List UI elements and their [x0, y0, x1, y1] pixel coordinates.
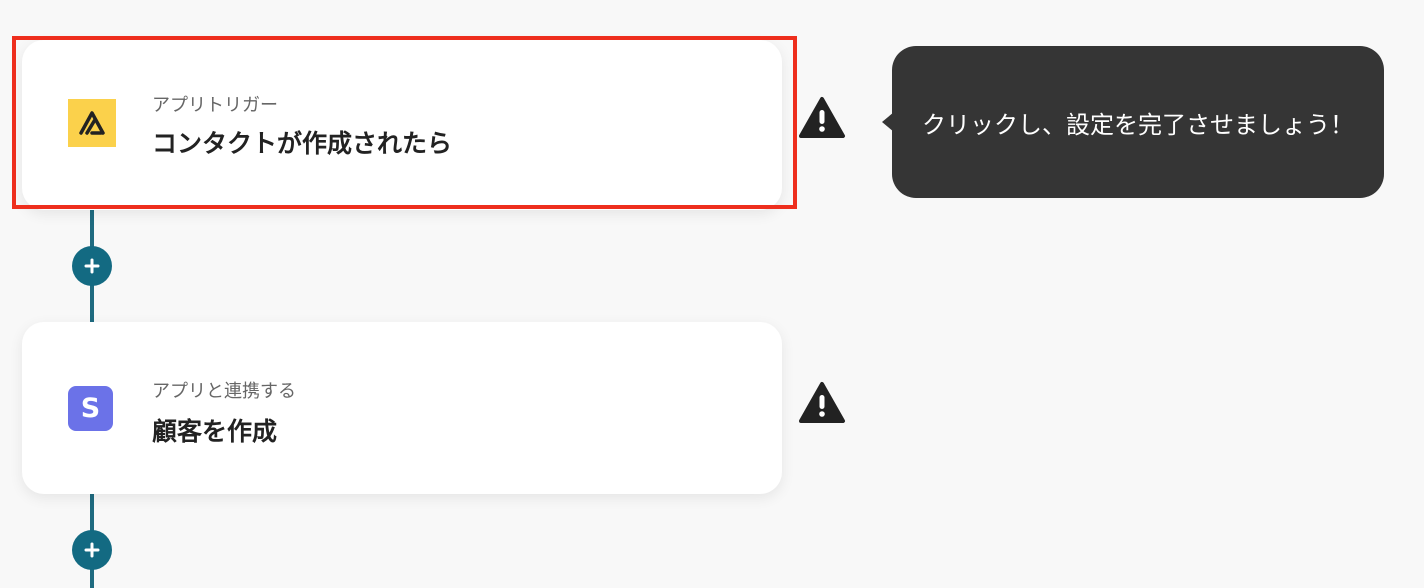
- trigger-step-card[interactable]: アプリトリガー コンタクトが作成されたら: [22, 40, 782, 210]
- plus-icon: [84, 542, 100, 558]
- stripe-s-logo-icon: S: [68, 386, 113, 431]
- tooltip-text: クリックし、設定を完了させましょう！: [922, 110, 1354, 139]
- action-step-title: 顧客を作成: [152, 417, 278, 446]
- add-step-button[interactable]: [72, 246, 112, 286]
- action-step-card[interactable]: S アプリと連携する 顧客を作成: [22, 322, 782, 494]
- triangle-app-logo-icon: [68, 99, 116, 147]
- add-step-button-bottom[interactable]: [72, 530, 112, 570]
- warning-icon: [799, 382, 845, 423]
- trigger-step-subtitle: アプリトリガー: [152, 95, 278, 116]
- warning-icon: [799, 97, 845, 138]
- plus-icon: [84, 258, 100, 274]
- action-step-subtitle: アプリと連携する: [152, 381, 296, 402]
- trigger-step-title: コンタクトが作成されたら: [152, 129, 453, 158]
- setup-tooltip: クリックし、設定を完了させましょう！: [892, 46, 1384, 198]
